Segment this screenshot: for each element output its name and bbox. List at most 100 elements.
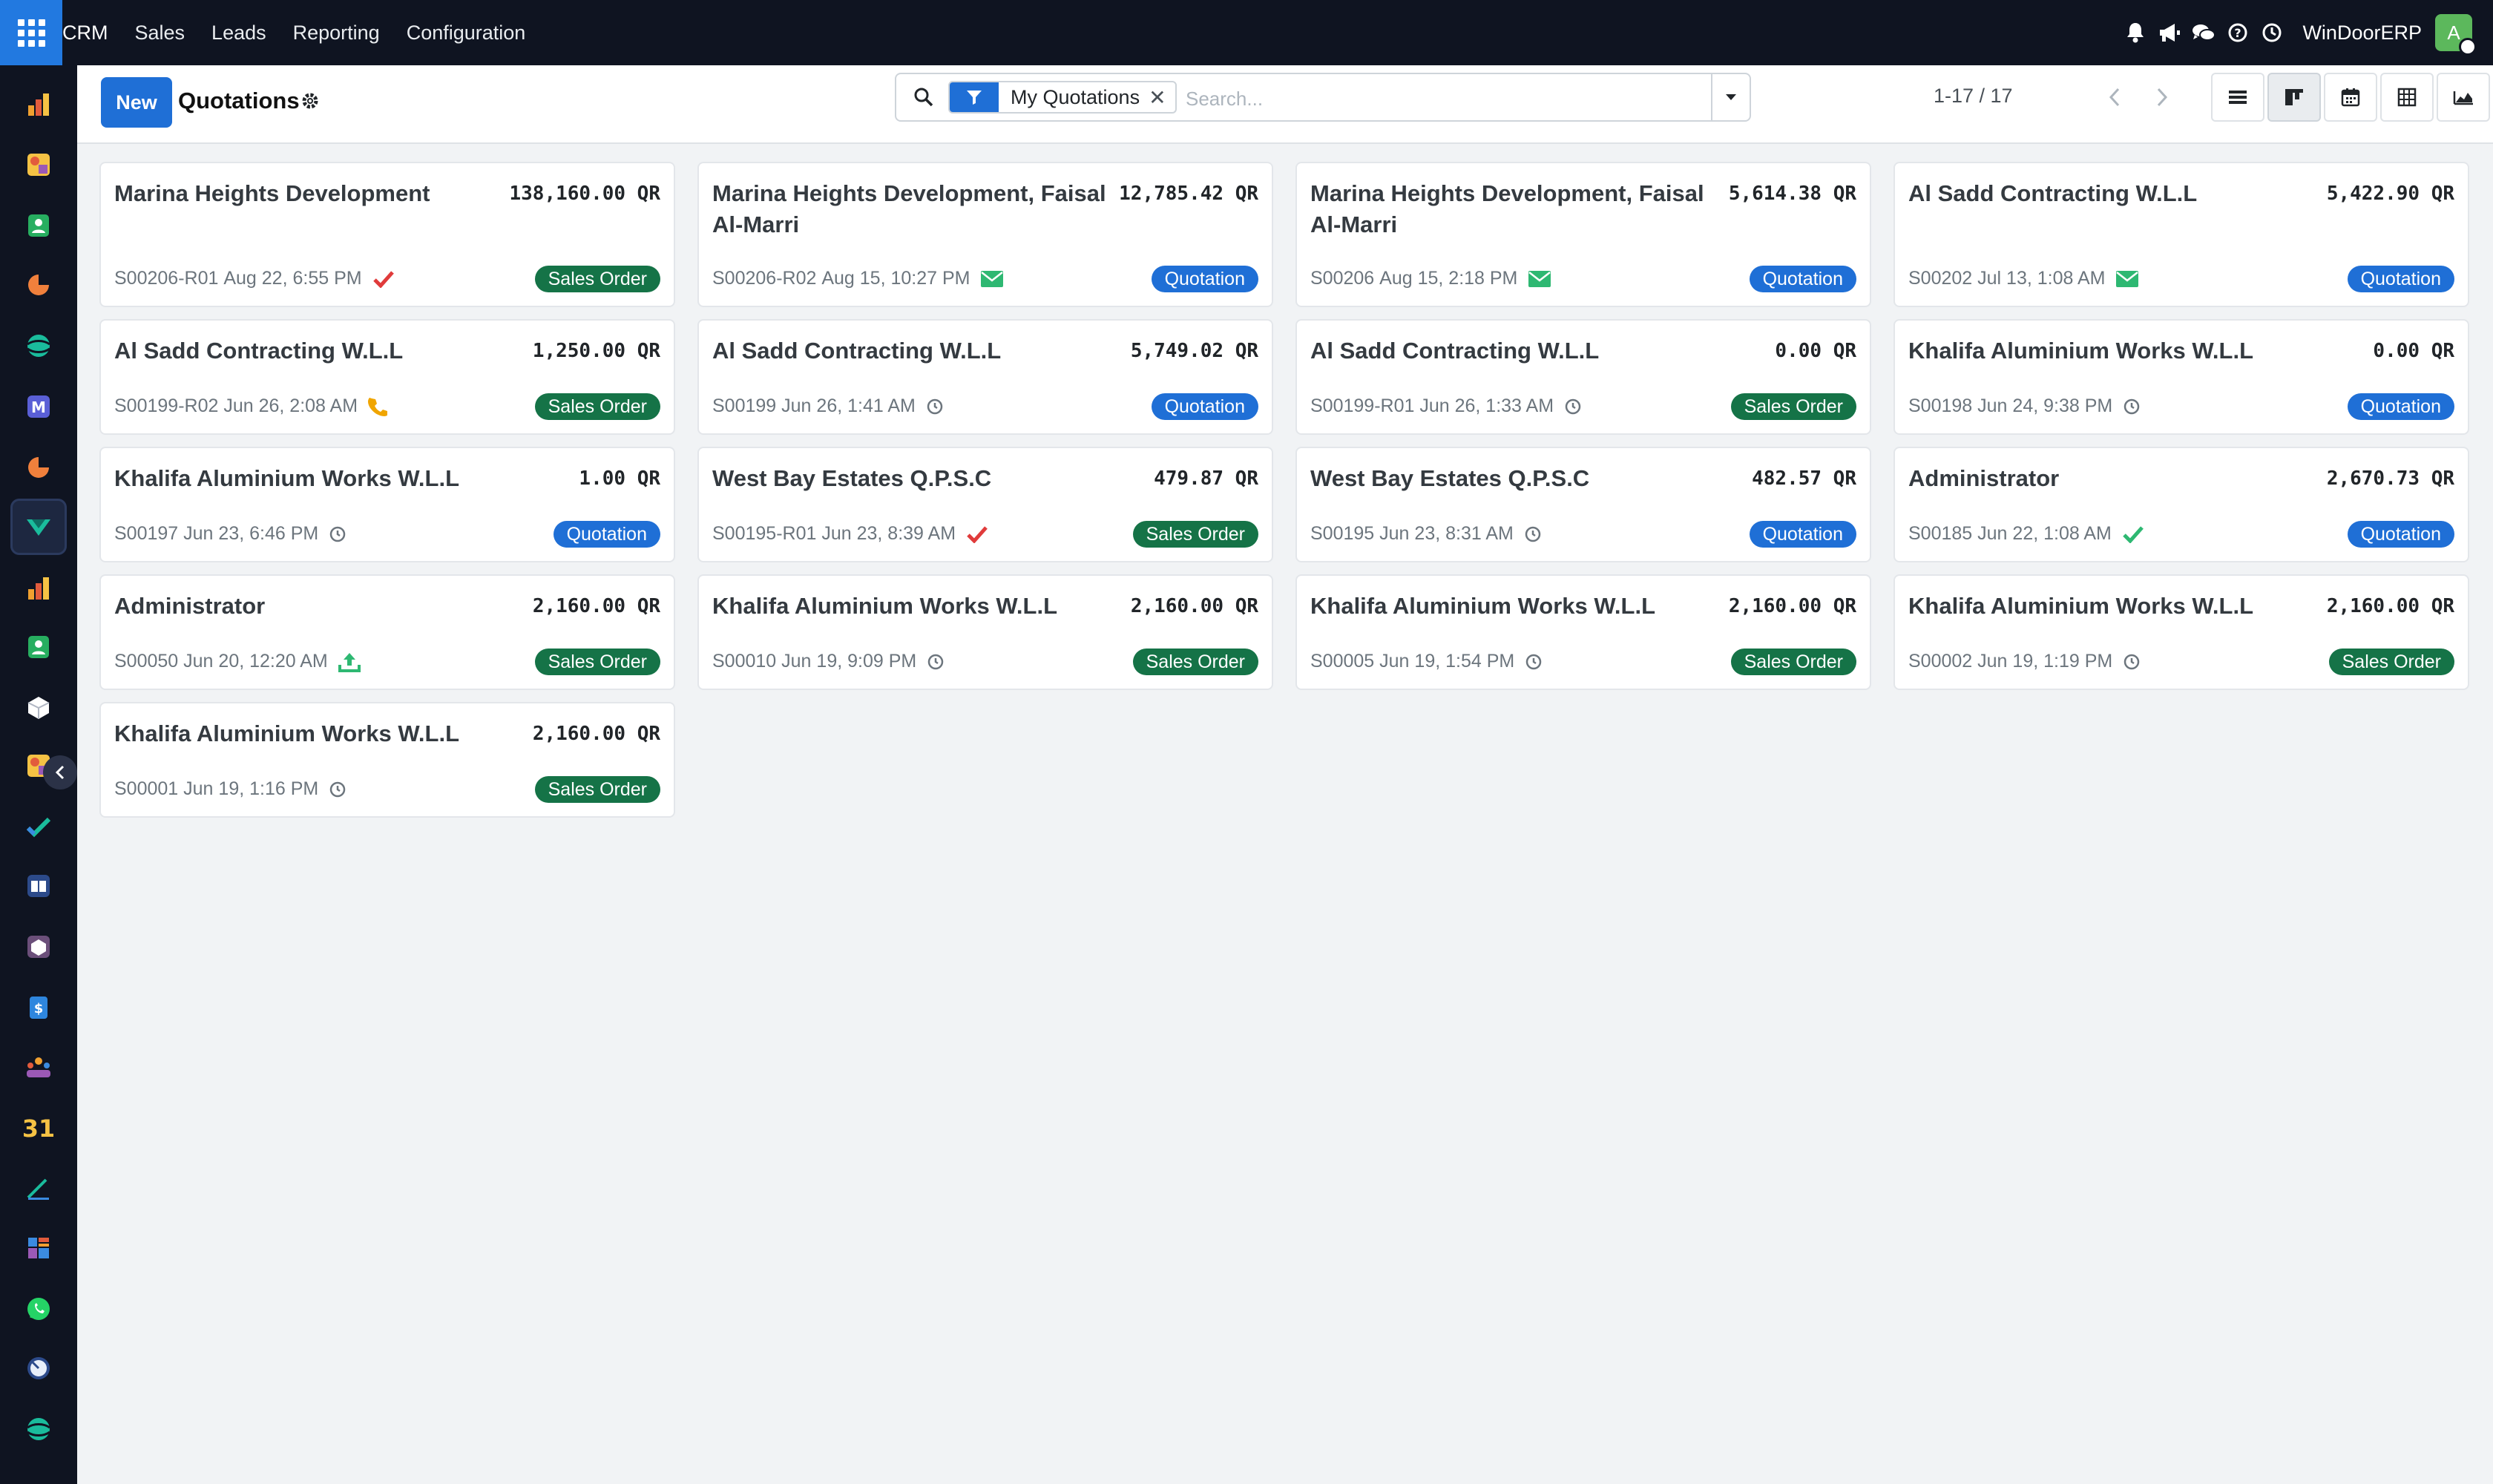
menu-item-crm[interactable]: CRM	[62, 0, 122, 65]
menu-item-reporting[interactable]: Reporting	[280, 0, 393, 65]
chat-icon[interactable]	[2187, 0, 2221, 65]
view-graph-button[interactable]	[2437, 73, 2490, 122]
kanban-card[interactable]: Al Sadd Contracting W.L.L 0.00 QR S00199-R…	[1295, 319, 1871, 435]
card-customer-name: Khalifa Aluminium Works W.L.L	[1908, 338, 2254, 364]
sidebar-app-documents-icon[interactable]	[10, 919, 67, 975]
view-pivot-button[interactable]	[2380, 73, 2434, 122]
card-customer-name: Administrator	[114, 593, 266, 619]
upload-icon[interactable]	[338, 651, 361, 672]
search-icon[interactable]	[913, 86, 935, 112]
search-input[interactable]	[1186, 85, 1601, 113]
clock-icon[interactable]	[2255, 0, 2289, 65]
email-icon[interactable]	[980, 270, 1004, 288]
pager-next-button[interactable]	[2143, 76, 2181, 119]
sidebar-app-leads-icon[interactable]	[10, 439, 67, 496]
sidebar-app-invoicing-icon[interactable]: $	[10, 979, 67, 1036]
control-panel: New Quotations My Quotations ✕ 1-17 / 17	[77, 65, 2493, 144]
sidebar-app-mail-icon[interactable]: M	[10, 378, 67, 435]
kanban-card[interactable]: Khalifa Aluminium Works W.L.L 0.00 QR S001…	[1893, 319, 2469, 435]
kanban-card[interactable]: West Bay Estates Q.P.S.C 479.87 QR S00195-…	[697, 447, 1273, 562]
clock-icon[interactable]	[1524, 525, 1542, 543]
kanban-card[interactable]: Khalifa Aluminium Works W.L.L 2,160.00 QR…	[697, 574, 1273, 690]
sidebar-app-calendar-icon[interactable]: 31	[10, 1100, 67, 1156]
email-icon[interactable]	[1528, 270, 1551, 288]
check-red-icon[interactable]	[372, 270, 395, 288]
svg-text:?: ?	[2235, 26, 2241, 40]
user-avatar[interactable]: A	[2435, 14, 2477, 56]
clock-icon[interactable]	[927, 653, 945, 671]
card-amount: 2,160.00 QR	[532, 723, 660, 745]
menu-item-sales[interactable]: Sales	[122, 0, 199, 65]
sidebar-app-sign-icon[interactable]	[10, 1160, 67, 1217]
sidebar-app-whatsapp-icon[interactable]	[10, 1281, 67, 1337]
check-green-icon[interactable]	[2122, 525, 2144, 543]
kanban-card[interactable]: West Bay Estates Q.P.S.C 482.57 QR S00195 …	[1295, 447, 1871, 562]
sidebar-app-knowledge-icon[interactable]	[10, 858, 67, 914]
card-customer-name: Khalifa Aluminium Works W.L.L	[712, 593, 1058, 619]
kanban-card[interactable]: Al Sadd Contracting W.L.L 5,749.02 QR S001…	[697, 319, 1273, 435]
pager-value[interactable]: 1-17 / 17	[1934, 85, 2013, 108]
clock-icon[interactable]	[1564, 398, 1582, 416]
view-list-button[interactable]	[2211, 73, 2264, 122]
sidebar-app-timer-icon[interactable]	[10, 1340, 67, 1396]
help-icon[interactable]: ?	[2221, 0, 2255, 65]
sidebar-app-employees-icon[interactable]	[10, 619, 67, 675]
clock-icon[interactable]	[1525, 653, 1543, 671]
kanban-card[interactable]: Marina Heights Development, Faisal Al-Ma…	[1295, 162, 1871, 307]
sidebar-collapse-button[interactable]	[43, 755, 77, 789]
sidebar-app-inventory-icon[interactable]	[10, 680, 67, 736]
sidebar-app-reporting-icon[interactable]	[10, 559, 67, 616]
sidebar-app-discuss-icon[interactable]	[10, 137, 67, 193]
kanban-card[interactable]: Administrator 2,670.73 QR S00185 Jun 22, 1…	[1893, 447, 2469, 562]
menu-item-leads[interactable]: Leads	[198, 0, 280, 65]
card-amount: 482.57 QR	[1752, 467, 1856, 490]
pager-previous-button[interactable]	[2095, 76, 2134, 119]
view-calendar-button[interactable]	[2324, 73, 2377, 122]
sidebar-app-website-icon[interactable]	[10, 1401, 67, 1457]
kanban-card[interactable]: Marina Heights Development, Faisal Al-Ma…	[697, 162, 1273, 307]
check-red-icon[interactable]	[966, 525, 988, 543]
kanban-card[interactable]: Al Sadd Contracting W.L.L 1,250.00 QR S001…	[99, 319, 675, 435]
kanban-card[interactable]: Khalifa Aluminium Works W.L.L 2,160.00 QR…	[1295, 574, 1871, 690]
sidebar-app-project-icon[interactable]	[10, 798, 67, 855]
app-sidebar: M $ 31	[0, 65, 77, 1484]
menu-item-configuration[interactable]: Configuration	[393, 0, 539, 65]
kanban-card[interactable]: Khalifa Aluminium Works W.L.L 2,160.00 QR…	[1893, 574, 2469, 690]
clock-icon[interactable]	[2123, 653, 2141, 671]
clock-icon[interactable]	[329, 781, 346, 798]
card-customer-name: Khalifa Aluminium Works W.L.L	[1908, 593, 2254, 619]
filter-icon	[950, 82, 999, 112]
sidebar-app-sales-icon[interactable]	[10, 318, 67, 374]
card-customer-name: Administrator	[1908, 465, 2060, 491]
view-kanban-button[interactable]	[2267, 73, 2321, 122]
clock-icon[interactable]	[926, 398, 944, 416]
status-badge: Quotation	[2347, 393, 2454, 420]
apps-menu-button[interactable]	[0, 0, 62, 65]
sidebar-app-spreadsheet-icon[interactable]	[10, 1220, 67, 1276]
kanban-card[interactable]: Administrator 2,160.00 QR S00050 Jun 20, 1…	[99, 574, 675, 690]
area-chart-icon	[2453, 91, 2473, 105]
clock-icon[interactable]	[2123, 398, 2141, 416]
email-icon[interactable]	[2115, 270, 2139, 288]
kanban-card[interactable]: Khalifa Aluminium Works W.L.L 2,160.00 QR…	[99, 702, 675, 818]
sidebar-app-crm-icon[interactable]	[10, 257, 67, 313]
gear-icon[interactable]	[301, 92, 319, 114]
clock-icon[interactable]	[329, 525, 346, 543]
sidebar-app-quotations-icon[interactable]	[10, 499, 67, 555]
phone-icon[interactable]	[368, 397, 388, 416]
card-date: Jun 26, 1:33 AM	[1419, 395, 1554, 416]
card-reference: S00195-R01	[712, 523, 817, 544]
card-customer-name: Marina Heights Development, Faisal Al-Ma…	[712, 180, 1106, 237]
search-options-toggle[interactable]	[1711, 74, 1750, 120]
kanban-card[interactable]: Khalifa Aluminium Works W.L.L 1.00 QR S001…	[99, 447, 675, 562]
bell-icon[interactable]	[2118, 0, 2152, 65]
sidebar-app-contacts-icon[interactable]	[10, 197, 67, 254]
sidebar-app-dashboard-icon[interactable]	[10, 76, 67, 132]
megaphone-icon[interactable]	[2152, 0, 2187, 65]
kanban-card[interactable]: Marina Heights Development 138,160.00 QR S…	[99, 162, 675, 307]
new-button[interactable]: New	[101, 77, 172, 128]
kanban-card[interactable]: Al Sadd Contracting W.L.L 5,422.90 QR S002…	[1893, 162, 2469, 307]
sidebar-app-team-icon[interactable]	[10, 1039, 67, 1095]
facet-remove-icon[interactable]: ✕	[1149, 85, 1175, 110]
company-switcher[interactable]: WinDoorERP	[2302, 22, 2422, 45]
